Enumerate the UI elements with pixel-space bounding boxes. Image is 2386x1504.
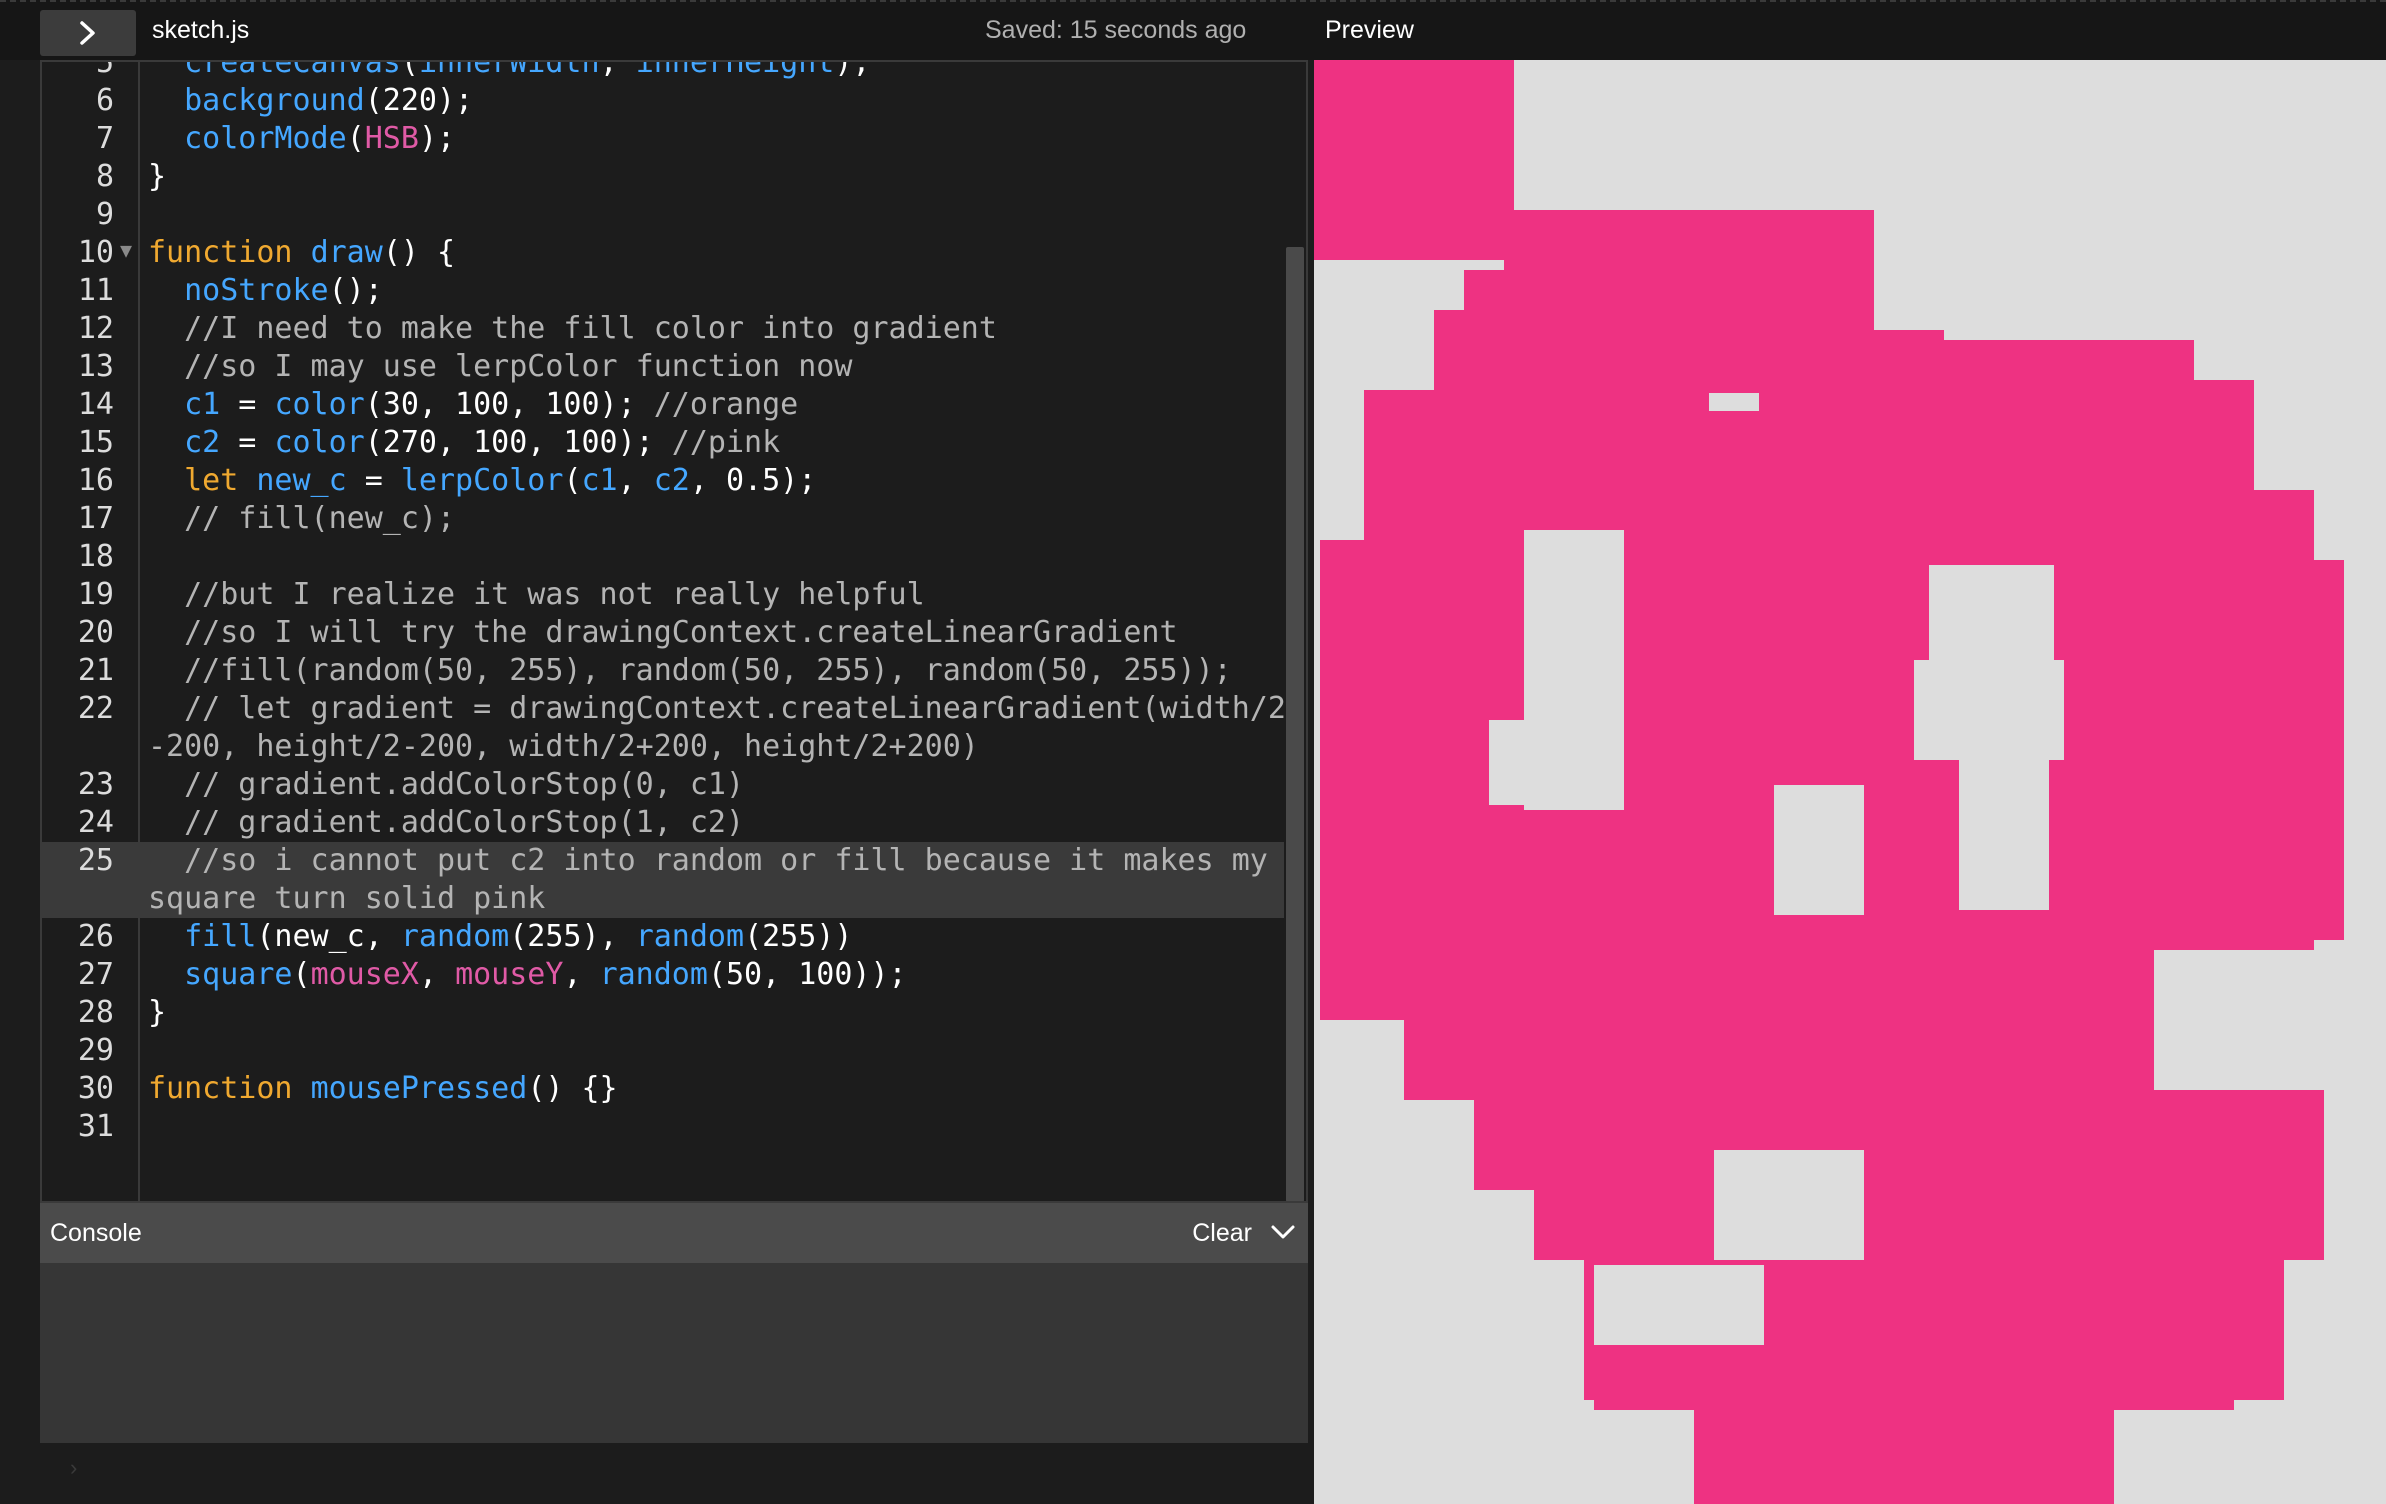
editor-scrollbar-thumb[interactable] — [1286, 247, 1304, 1201]
chevron-right-icon — [80, 21, 95, 45]
code-editor[interactable]: 5 createCanvas(innerWidth, innerHeight);… — [40, 60, 1308, 1203]
code-line[interactable]: 28 } — [42, 994, 1292, 1032]
line-number: 11 — [77, 273, 114, 308]
line-number: 13 — [77, 349, 114, 384]
code-line[interactable]: 10 ▼ function draw() { — [42, 234, 1292, 272]
code-line-active[interactable]: 25 //so i cannot put c2 into random or f… — [42, 842, 1292, 918]
code-line[interactable]: 31 — [42, 1108, 1292, 1146]
code-area[interactable]: 5 createCanvas(innerWidth, innerHeight);… — [42, 60, 1292, 1146]
code-line[interactable]: 13 //so I may use lerpColor function now — [42, 348, 1292, 386]
code-line[interactable]: 7 colorMode(HSB); — [42, 120, 1292, 158]
editor-scrollbar[interactable] — [1284, 62, 1306, 1201]
preview-canvas[interactable] — [1314, 60, 2386, 1504]
code-line[interactable]: 29 — [42, 1032, 1292, 1070]
code-line[interactable]: 9 — [42, 196, 1292, 234]
saved-status: Saved: 15 seconds ago — [985, 16, 1247, 44]
console-clear-button[interactable]: Clear — [1192, 1219, 1252, 1248]
line-number: 31 — [77, 1109, 114, 1144]
code-line[interactable]: 21 //fill(random(50, 255), random(50, 25… — [42, 652, 1292, 690]
line-number: 28 — [77, 995, 114, 1030]
code-line[interactable]: 23 // gradient.addColorStop(0, c1) — [42, 766, 1292, 804]
code-line[interactable]: 5 createCanvas(innerWidth, innerHeight); — [42, 60, 1292, 82]
line-number: 18 — [77, 539, 114, 574]
line-number: 15 — [77, 425, 114, 460]
line-number: 7 — [95, 121, 114, 156]
pink-squares — [1314, 60, 2344, 1504]
line-number: 29 — [77, 1033, 114, 1068]
line-number: 17 — [77, 501, 114, 536]
fold-arrow-icon[interactable]: ▼ — [120, 238, 132, 262]
code-line[interactable]: 15 c2 = color(270, 100, 100); //pink — [42, 424, 1292, 462]
code-line[interactable]: 17 // fill(new_c); — [42, 500, 1292, 538]
line-number: 14 — [77, 387, 114, 422]
line-number: 19 — [77, 577, 114, 612]
code-line[interactable]: 8 } — [42, 158, 1292, 196]
console-header: Console Clear — [40, 1203, 1308, 1263]
code-line[interactable]: 19 //but I realize it was not really hel… — [42, 576, 1292, 614]
code-line[interactable]: 18 — [42, 538, 1292, 576]
line-number: 8 — [95, 159, 114, 194]
top-bar: sketch.js Saved: 15 seconds ago Preview — [0, 0, 2386, 60]
line-number: 21 — [77, 653, 114, 688]
code-line[interactable]: 22 // let gradient = drawingContext.crea… — [42, 690, 1292, 766]
toggle-sidebar-button[interactable] — [40, 10, 136, 56]
line-number: 5 — [95, 60, 114, 80]
code-line[interactable]: 11 noStroke(); — [42, 272, 1292, 310]
code-line[interactable]: 27 square(mouseX, mouseY, random(50, 100… — [42, 956, 1292, 994]
line-number: 24 — [77, 805, 114, 840]
code-line[interactable]: 12 //I need to make the fill color into … — [42, 310, 1292, 348]
code-line[interactable]: 30 function mousePressed() {} — [42, 1070, 1292, 1108]
line-number: 27 — [77, 957, 114, 992]
code-line[interactable]: 20 //so I will try the drawingContext.cr… — [42, 614, 1292, 652]
line-number: 9 — [95, 197, 114, 232]
code-line[interactable]: 26 fill(new_c, random(255), random(255)) — [42, 918, 1292, 956]
line-number: 6 — [95, 83, 114, 118]
line-number: 10 — [77, 235, 114, 270]
line-number: 12 — [77, 311, 114, 346]
line-number: 20 — [77, 615, 114, 650]
line-number: 26 — [77, 919, 114, 954]
code-line[interactable]: 6 background(220); — [42, 82, 1292, 120]
console-output — [40, 1263, 1308, 1443]
line-number: 22 — [77, 691, 114, 726]
console-title: Console — [50, 1219, 142, 1247]
line-number: 25 — [77, 843, 114, 878]
console-prompt-icon[interactable]: › — [70, 1455, 77, 1481]
code-line[interactable]: 24 // gradient.addColorStop(1, c2) — [42, 804, 1292, 842]
line-number: 23 — [77, 767, 114, 802]
preview-label: Preview — [1325, 16, 1414, 44]
line-number: 30 — [77, 1071, 114, 1106]
file-name-tab[interactable]: sketch.js — [152, 16, 249, 45]
line-number: 16 — [77, 463, 114, 498]
chevron-down-icon[interactable] — [1268, 1217, 1298, 1247]
code-line[interactable]: 16 let new_c = lerpColor(c1, c2, 0.5); — [42, 462, 1292, 500]
code-line[interactable]: 14 c1 = color(30, 100, 100); //orange — [42, 386, 1292, 424]
sketch-drawing — [1314, 60, 2344, 1504]
